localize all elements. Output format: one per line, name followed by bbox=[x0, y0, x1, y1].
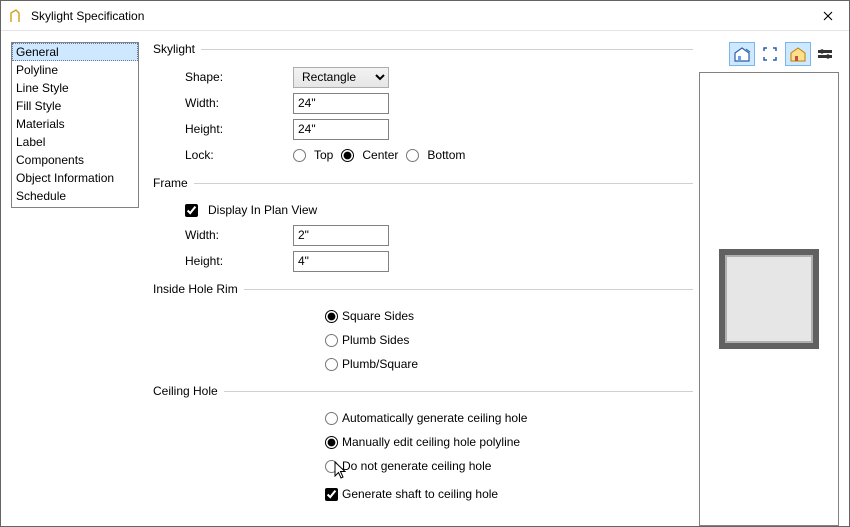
sidebar-item-fill-style[interactable]: Fill Style bbox=[12, 97, 138, 115]
house-color-icon bbox=[789, 46, 807, 62]
sidebar-item-label: Materials bbox=[16, 117, 65, 131]
ceiling-none-input[interactable] bbox=[325, 460, 338, 473]
rim-plumb-square-input[interactable] bbox=[325, 358, 338, 371]
ceiling-none-label: Do not generate ceiling hole bbox=[342, 459, 491, 473]
ceiling-manual-label: Manually edit ceiling hole polyline bbox=[342, 435, 520, 449]
sidebar-item-label: General bbox=[16, 45, 59, 59]
dialog-body: General Polyline Line Style Fill Style M… bbox=[1, 32, 849, 526]
skylight-height-label: Height: bbox=[185, 122, 293, 136]
skylight-width-input[interactable] bbox=[293, 93, 389, 114]
sidebar-item-label: Fill Style bbox=[16, 99, 61, 113]
close-button[interactable] bbox=[807, 1, 849, 31]
sidebar-item-label: Object Information bbox=[16, 171, 114, 185]
lock-bottom-radio[interactable]: Bottom bbox=[406, 148, 465, 162]
rim-square-radio[interactable]: Square Sides bbox=[325, 304, 693, 328]
lock-top-label: Top bbox=[314, 148, 333, 162]
display-plan-label: Display In Plan View bbox=[208, 203, 317, 217]
ceiling-manual-radio[interactable]: Manually edit ceiling hole polyline bbox=[325, 430, 693, 454]
inside-hole-rim-group: Inside Hole Rim Square Sides Plumb Sides… bbox=[153, 282, 693, 376]
lock-top-radio[interactable]: Top bbox=[293, 148, 333, 162]
house-plan-icon bbox=[733, 46, 751, 62]
rim-plumb-label: Plumb Sides bbox=[342, 333, 409, 347]
sidebar-item-materials[interactable]: Materials bbox=[12, 115, 138, 133]
sidebar-item-object-information[interactable]: Object Information bbox=[12, 169, 138, 187]
settings-icon bbox=[817, 48, 835, 60]
lock-center-label: Center bbox=[362, 148, 398, 162]
frame-width-input[interactable] bbox=[293, 225, 389, 246]
dialog-window: Skylight Specification General Polyline … bbox=[0, 0, 850, 527]
rim-plumb-input[interactable] bbox=[325, 334, 338, 347]
ceiling-hole-legend: Ceiling Hole bbox=[153, 384, 224, 398]
shape-label: Shape: bbox=[185, 70, 293, 84]
generate-shaft-label: Generate shaft to ceiling hole bbox=[342, 487, 498, 501]
category-sidebar: General Polyline Line Style Fill Style M… bbox=[11, 42, 139, 208]
lock-top-input[interactable] bbox=[293, 149, 306, 162]
sidebar-item-components[interactable]: Components bbox=[12, 151, 138, 169]
rim-square-input[interactable] bbox=[325, 310, 338, 323]
lock-center-radio[interactable]: Center bbox=[341, 148, 398, 162]
preview-tool-fullscreen[interactable] bbox=[757, 42, 783, 66]
ceiling-hole-group: Ceiling Hole Automatically generate ceil… bbox=[153, 384, 693, 506]
skylight-group: Skylight Shape: Rectangle Width: Height: bbox=[153, 42, 693, 168]
lock-center-input[interactable] bbox=[341, 149, 354, 162]
fullscreen-icon bbox=[762, 46, 778, 62]
ceiling-auto-input[interactable] bbox=[325, 412, 338, 425]
close-icon bbox=[823, 11, 833, 21]
skylight-height-input[interactable] bbox=[293, 119, 389, 140]
frame-width-label: Width: bbox=[185, 228, 293, 242]
generate-shaft-input[interactable] bbox=[325, 488, 338, 501]
frame-height-label: Height: bbox=[185, 254, 293, 268]
frame-height-input[interactable] bbox=[293, 251, 389, 272]
sidebar-item-label[interactable]: Label bbox=[12, 133, 138, 151]
sidebar-item-label: Line Style bbox=[16, 81, 69, 95]
sidebar-item-label: Schedule bbox=[16, 189, 66, 203]
ceiling-auto-label: Automatically generate ceiling hole bbox=[342, 411, 527, 425]
lock-label: Lock: bbox=[185, 148, 293, 162]
preview-tool-color[interactable] bbox=[785, 42, 811, 66]
rim-plumb-square-radio[interactable]: Plumb/Square bbox=[325, 352, 693, 376]
sidebar-item-polyline[interactable]: Polyline bbox=[12, 61, 138, 79]
skylight-preview-shape bbox=[719, 249, 819, 349]
shape-select[interactable]: Rectangle bbox=[293, 67, 389, 88]
sidebar-item-schedule[interactable]: Schedule bbox=[12, 187, 138, 205]
rim-square-label: Square Sides bbox=[342, 309, 414, 323]
window-title: Skylight Specification bbox=[31, 9, 807, 23]
sidebar-item-line-style[interactable]: Line Style bbox=[12, 79, 138, 97]
sidebar-item-label: Components bbox=[16, 153, 84, 167]
skylight-legend: Skylight bbox=[153, 42, 201, 56]
titlebar: Skylight Specification bbox=[1, 1, 849, 31]
lock-bottom-label: Bottom bbox=[427, 148, 465, 162]
ceiling-auto-radio[interactable]: Automatically generate ceiling hole bbox=[325, 406, 693, 430]
rim-plumb-radio[interactable]: Plumb Sides bbox=[325, 328, 693, 352]
preview-tool-settings[interactable] bbox=[813, 42, 839, 66]
skylight-width-label: Width: bbox=[185, 96, 293, 110]
preview-tool-plan[interactable] bbox=[729, 42, 755, 66]
preview-toolbar bbox=[699, 42, 839, 68]
frame-legend: Frame bbox=[153, 176, 194, 190]
preview-canvas[interactable] bbox=[699, 72, 839, 526]
frame-group: Frame Display In Plan View Width: Height… bbox=[153, 176, 693, 274]
preview-panel bbox=[699, 42, 839, 526]
display-plan-checkbox[interactable]: Display In Plan View bbox=[185, 198, 693, 222]
ceiling-none-radio[interactable]: Do not generate ceiling hole bbox=[325, 454, 693, 478]
app-icon bbox=[9, 8, 25, 24]
generate-shaft-checkbox[interactable]: Generate shaft to ceiling hole bbox=[325, 482, 693, 506]
sidebar-item-general[interactable]: General bbox=[12, 43, 138, 61]
inside-hole-rim-legend: Inside Hole Rim bbox=[153, 282, 244, 296]
main-panel: Skylight Shape: Rectangle Width: Height: bbox=[139, 42, 699, 526]
rim-plumb-square-label: Plumb/Square bbox=[342, 357, 418, 371]
lock-bottom-input[interactable] bbox=[406, 149, 419, 162]
sidebar-item-label: Polyline bbox=[16, 63, 58, 77]
display-plan-input[interactable] bbox=[185, 204, 198, 217]
ceiling-manual-input[interactable] bbox=[325, 436, 338, 449]
sidebar-item-label: Label bbox=[16, 135, 45, 149]
